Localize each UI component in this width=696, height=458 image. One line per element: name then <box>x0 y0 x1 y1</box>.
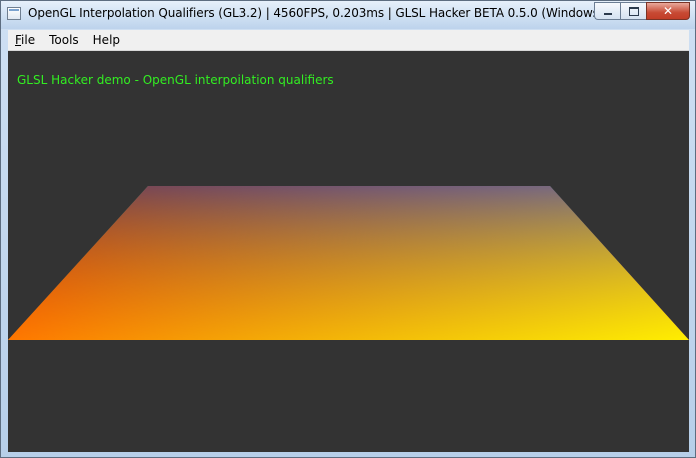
close-button[interactable]: ✕ <box>646 2 690 20</box>
maximize-button[interactable] <box>620 2 646 20</box>
menu-help[interactable]: Help <box>86 30 127 50</box>
menu-bar: File Tools Help <box>8 30 689 51</box>
menu-file[interactable]: File <box>8 30 42 50</box>
maximize-icon <box>628 6 639 16</box>
minimize-button[interactable] <box>594 2 620 20</box>
minimize-icon <box>603 13 612 15</box>
opengl-viewport[interactable]: GLSL Hacker demo - OpenGL interpoilation… <box>8 51 689 452</box>
app-window-icon[interactable] <box>7 7 21 20</box>
app-window: OpenGL Interpolation Qualifiers (GL3.2) … <box>0 0 696 458</box>
window-title: OpenGL Interpolation Qualifiers (GL3.2) … <box>28 6 657 20</box>
interpolated-quad <box>8 186 689 340</box>
close-icon: ✕ <box>662 4 674 18</box>
menu-tools[interactable]: Tools <box>42 30 86 50</box>
caption-buttons: ✕ <box>594 2 690 22</box>
title-bar[interactable]: OpenGL Interpolation Qualifiers (GL3.2) … <box>1 1 695 29</box>
